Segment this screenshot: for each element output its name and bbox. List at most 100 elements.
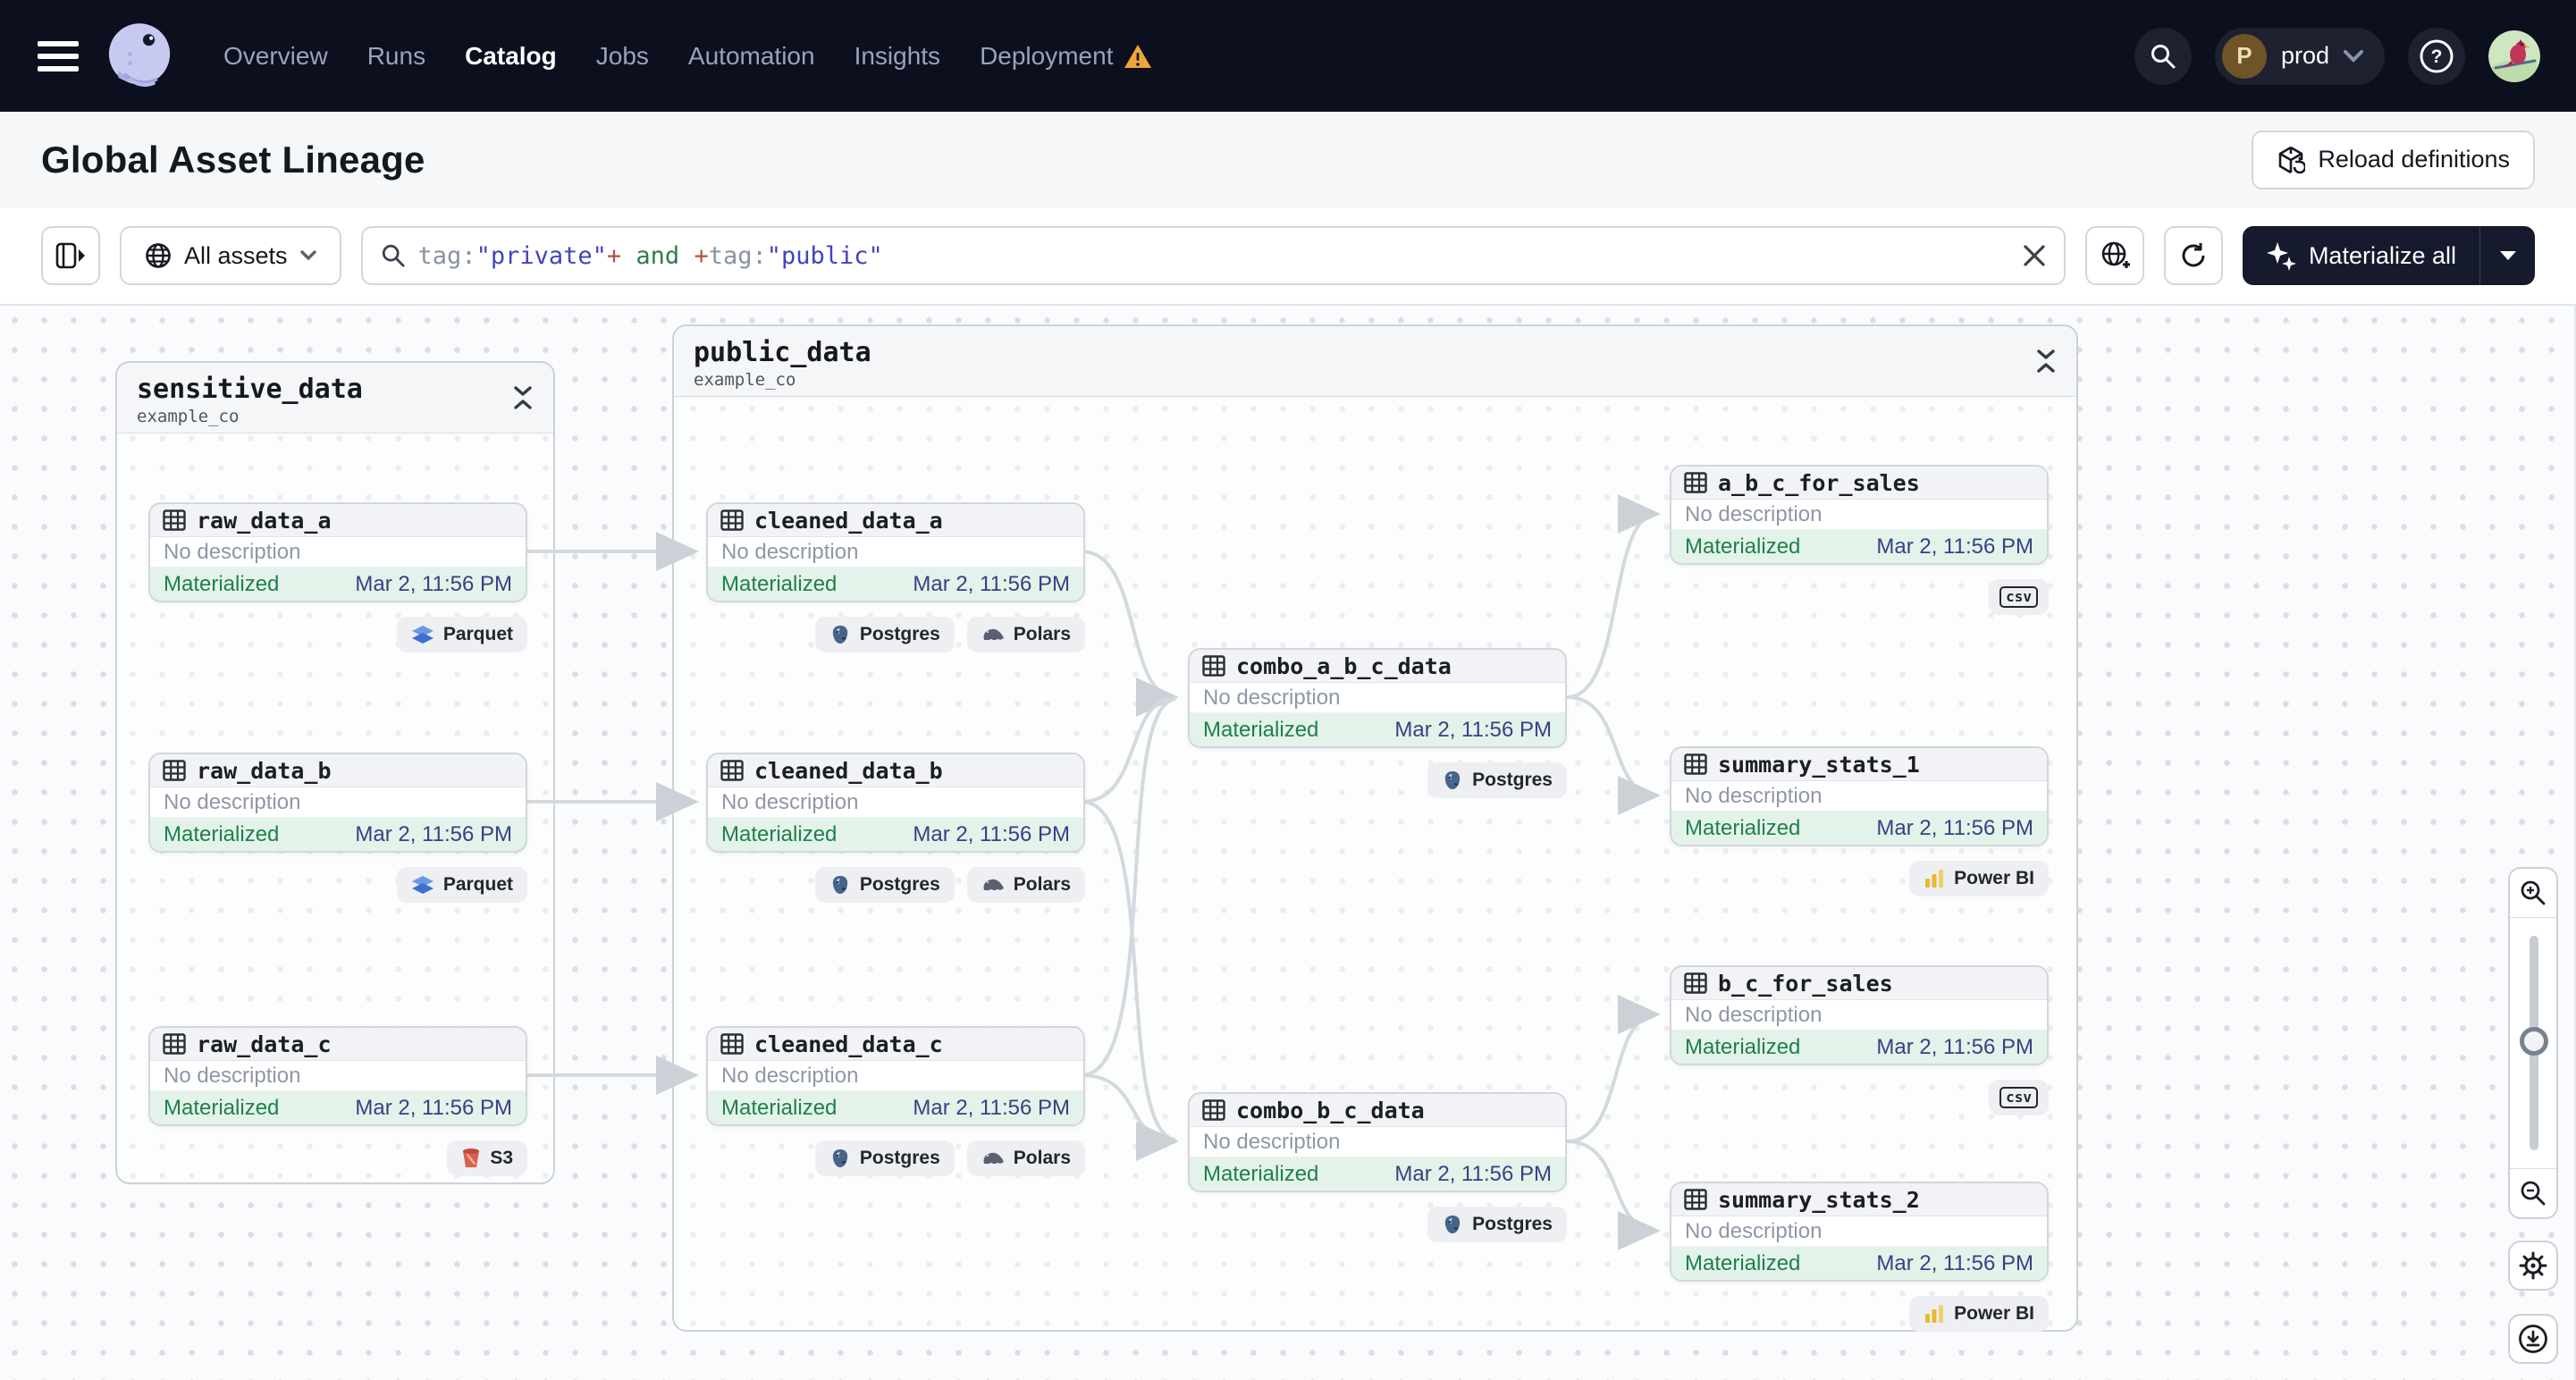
materialize-options-button[interactable]	[2479, 226, 2535, 285]
asset-status: Materialized	[1685, 1250, 1801, 1275]
filter-to-group-button[interactable]	[2084, 226, 2144, 285]
nav-item-runs[interactable]: Runs	[367, 42, 425, 71]
zoom-slider[interactable]	[2510, 917, 2556, 1169]
zoom-slider-thumb[interactable]	[2520, 1027, 2548, 1056]
reload-definitions-button[interactable]: Reload definitions	[2252, 130, 2535, 189]
download-image-button[interactable]	[2508, 1314, 2558, 1364]
menu-icon[interactable]	[38, 40, 79, 72]
asset-node-raw-data-c[interactable]: raw_data_c No description Materialized M…	[148, 1026, 527, 1126]
asset-node-cleaned-data-c[interactable]: cleaned_data_c No description Materializ…	[706, 1026, 1085, 1126]
asset-name: summary_stats_1	[1718, 751, 1920, 778]
asset-status-time: Mar 2, 11:56 PM	[355, 821, 512, 846]
tag-csv[interactable]: csv	[1989, 579, 2049, 615]
asset-status: Materialized	[164, 821, 280, 846]
tag-polars[interactable]: Polars	[966, 867, 1085, 903]
graph-settings-button[interactable]	[2508, 1241, 2558, 1291]
asset-search-input[interactable]: tag:"private"+ and +tag:"public"	[360, 226, 2066, 285]
tag-postgres[interactable]: Postgres	[1427, 1207, 1567, 1242]
chevron-down-icon	[2344, 49, 2363, 63]
dagster-logo-icon[interactable]	[102, 19, 177, 94]
help-button[interactable]: ?	[2408, 27, 2465, 85]
lineage-graph-canvas[interactable]: sensitive_data example_co public_data ex…	[0, 306, 2576, 1380]
asset-status-time: Mar 2, 11:56 PM	[1876, 534, 2033, 559]
zoom-in-button[interactable]	[2510, 869, 2556, 917]
asset-node-combo-a-b-c-data[interactable]: combo_a_b_c_data No description Material…	[1188, 648, 1567, 748]
postgres-icon	[832, 876, 848, 894]
powerbi-icon	[1925, 870, 1944, 888]
nav-item-automation[interactable]: Automation	[688, 42, 815, 71]
asset-node-raw-data-a[interactable]: raw_data_a No description Materialized M…	[148, 502, 527, 602]
asset-status: Materialized	[1685, 815, 1801, 840]
globe-plus-icon	[2101, 241, 2130, 268]
asset-node-raw-data-b[interactable]: raw_data_b No description Materialized M…	[148, 753, 527, 853]
asset-status: Materialized	[164, 1095, 280, 1120]
nav-item-insights[interactable]: Insights	[854, 42, 941, 71]
toggle-sidebar-button[interactable]	[41, 226, 100, 285]
asset-name: combo_a_b_c_data	[1236, 652, 1452, 679]
materialize-all-button[interactable]: Materialize all	[2242, 226, 2535, 285]
zoom-out-button[interactable]	[2510, 1169, 2556, 1217]
parquet-icon	[411, 626, 434, 644]
search-icon	[2151, 44, 2176, 68]
chevron-down-icon	[299, 250, 316, 261]
tag-parquet[interactable]: Parquet	[396, 867, 527, 903]
group-header[interactable]: sensitive_data example_co	[117, 363, 553, 433]
asset-status-time: Mar 2, 11:56 PM	[913, 1095, 1070, 1120]
zoom-in-icon	[2521, 880, 2546, 905]
chevron-down-icon	[2499, 250, 2516, 260]
nav-item-jobs[interactable]: Jobs	[596, 42, 649, 71]
tag-power-bi[interactable]: Power BI	[1909, 861, 2049, 896]
collapse-group-icon[interactable]	[512, 384, 534, 411]
collapse-group-icon[interactable]	[2035, 348, 2057, 374]
polars-icon	[983, 628, 1004, 640]
tag-csv[interactable]: csv	[1989, 1080, 2049, 1115]
tag-parquet[interactable]: Parquet	[396, 617, 527, 652]
asset-status: Materialized	[1203, 1161, 1319, 1186]
table-icon	[1684, 972, 1707, 994]
asset-name: b_c_for_sales	[1718, 970, 1893, 997]
asset-node-cleaned-data-a[interactable]: cleaned_data_a No description Materializ…	[706, 502, 1085, 602]
nav-item-deployment[interactable]: Deployment	[980, 42, 1152, 71]
environment-initial: P	[2221, 33, 2267, 79]
table-icon	[720, 509, 744, 531]
user-avatar[interactable]	[2488, 29, 2540, 82]
tag-postgres[interactable]: Postgres	[814, 617, 955, 652]
asset-scope-label: All assets	[184, 241, 288, 269]
asset-node-cleaned-data-b[interactable]: cleaned_data_b No description Materializ…	[706, 753, 1085, 853]
asset-node-a-b-c-for-sales[interactable]: a_b_c_for_sales No description Materiali…	[1670, 465, 2049, 565]
asset-status-time: Mar 2, 11:56 PM	[1876, 815, 2033, 840]
asset-node-summary-stats-1[interactable]: summary_stats_1 No description Materiali…	[1670, 746, 2049, 846]
tag-polars[interactable]: Polars	[966, 1140, 1085, 1176]
asset-scope-filter[interactable]: All assets	[120, 226, 341, 285]
table-icon	[1684, 753, 1707, 775]
nav-item-catalog[interactable]: Catalog	[465, 42, 557, 71]
expand-panel-icon	[55, 242, 85, 269]
asset-node-combo-b-c-data[interactable]: combo_b_c_data No description Materializ…	[1188, 1092, 1567, 1192]
asset-node-summary-stats-2[interactable]: summary_stats_2 No description Materiali…	[1670, 1182, 2049, 1282]
nav-item-overview[interactable]: Overview	[223, 42, 328, 71]
tag-postgres[interactable]: Postgres	[814, 1140, 955, 1176]
tag-postgres[interactable]: Postgres	[814, 867, 955, 903]
asset-status: Materialized	[1685, 534, 1801, 559]
refresh-button[interactable]	[2163, 226, 2223, 285]
table-icon	[1202, 655, 1225, 677]
asset-status: Materialized	[1203, 717, 1319, 742]
clear-search-icon[interactable]	[2023, 244, 2046, 267]
asset-status-time: Mar 2, 11:56 PM	[1394, 1161, 1552, 1186]
polars-icon	[983, 879, 1004, 890]
tag-postgres[interactable]: Postgres	[1427, 762, 1567, 798]
svg-text:?: ?	[2431, 46, 2443, 67]
environment-name: prod	[2280, 42, 2329, 69]
search-query: tag:"private"+ and +tag:"public"	[417, 241, 883, 270]
tag-polars[interactable]: Polars	[966, 617, 1085, 652]
table-icon	[163, 509, 186, 531]
global-search-button[interactable]	[2134, 27, 2192, 85]
tag-s3[interactable]: S3	[447, 1140, 527, 1176]
group-header[interactable]: public_data example_co	[674, 326, 2076, 397]
tag-power-bi[interactable]: Power BI	[1909, 1296, 2049, 1332]
postgres-icon	[1444, 771, 1461, 789]
environment-switcher[interactable]: P prod	[2214, 27, 2385, 85]
asset-name: summary_stats_2	[1718, 1186, 1920, 1213]
parquet-icon	[411, 876, 434, 894]
asset-node-b-c-for-sales[interactable]: b_c_for_sales No description Materialize…	[1670, 965, 2049, 1065]
